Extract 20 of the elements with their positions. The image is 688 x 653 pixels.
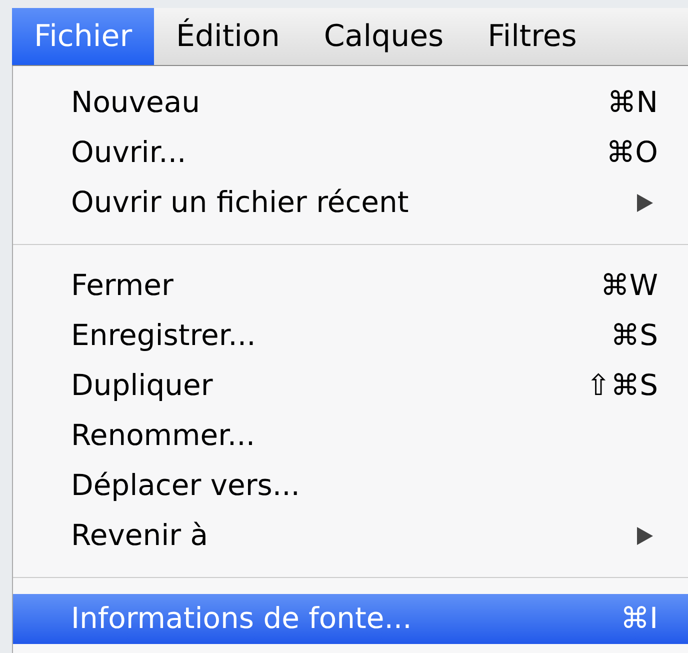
menu-bar-item[interactable]: Calques bbox=[302, 8, 466, 65]
menu-bar-item[interactable]: Édition bbox=[154, 8, 302, 65]
menu-item[interactable]: Revenir à bbox=[13, 511, 688, 561]
shortcut-label: ⌘I bbox=[620, 600, 658, 638]
menu-item[interactable]: Fermer ⌘W bbox=[13, 261, 688, 311]
menu-item[interactable]: Nouveau ⌘N bbox=[13, 78, 688, 128]
menu-item[interactable]: Dupliquer ⇧⌘S bbox=[13, 361, 688, 411]
shortcut-label: ⌘W bbox=[600, 267, 658, 304]
shortcut-label: ⇧⌘S bbox=[586, 367, 658, 404]
shortcut-label: ⌘S bbox=[610, 317, 658, 354]
menu-item[interactable]: Déplacer vers... bbox=[13, 461, 688, 511]
menu-item[interactable]: Renommer... bbox=[13, 411, 688, 461]
menu-item[interactable]: Enregistrer... ⌘S bbox=[13, 311, 688, 361]
menu-item[interactable]: Informations de fonte... ⌘I bbox=[13, 594, 688, 644]
shortcut-label: ⌘N bbox=[607, 84, 658, 122]
shortcut-label: ⌘O bbox=[606, 134, 658, 172]
menu-item[interactable]: Ouvrir un fichier récent bbox=[13, 178, 688, 228]
menu-bar-item[interactable]: Fichier bbox=[12, 8, 154, 65]
menu-bar-item[interactable]: Filtres bbox=[466, 8, 599, 65]
menu-item[interactable]: Ouvrir... ⌘O bbox=[13, 128, 688, 178]
